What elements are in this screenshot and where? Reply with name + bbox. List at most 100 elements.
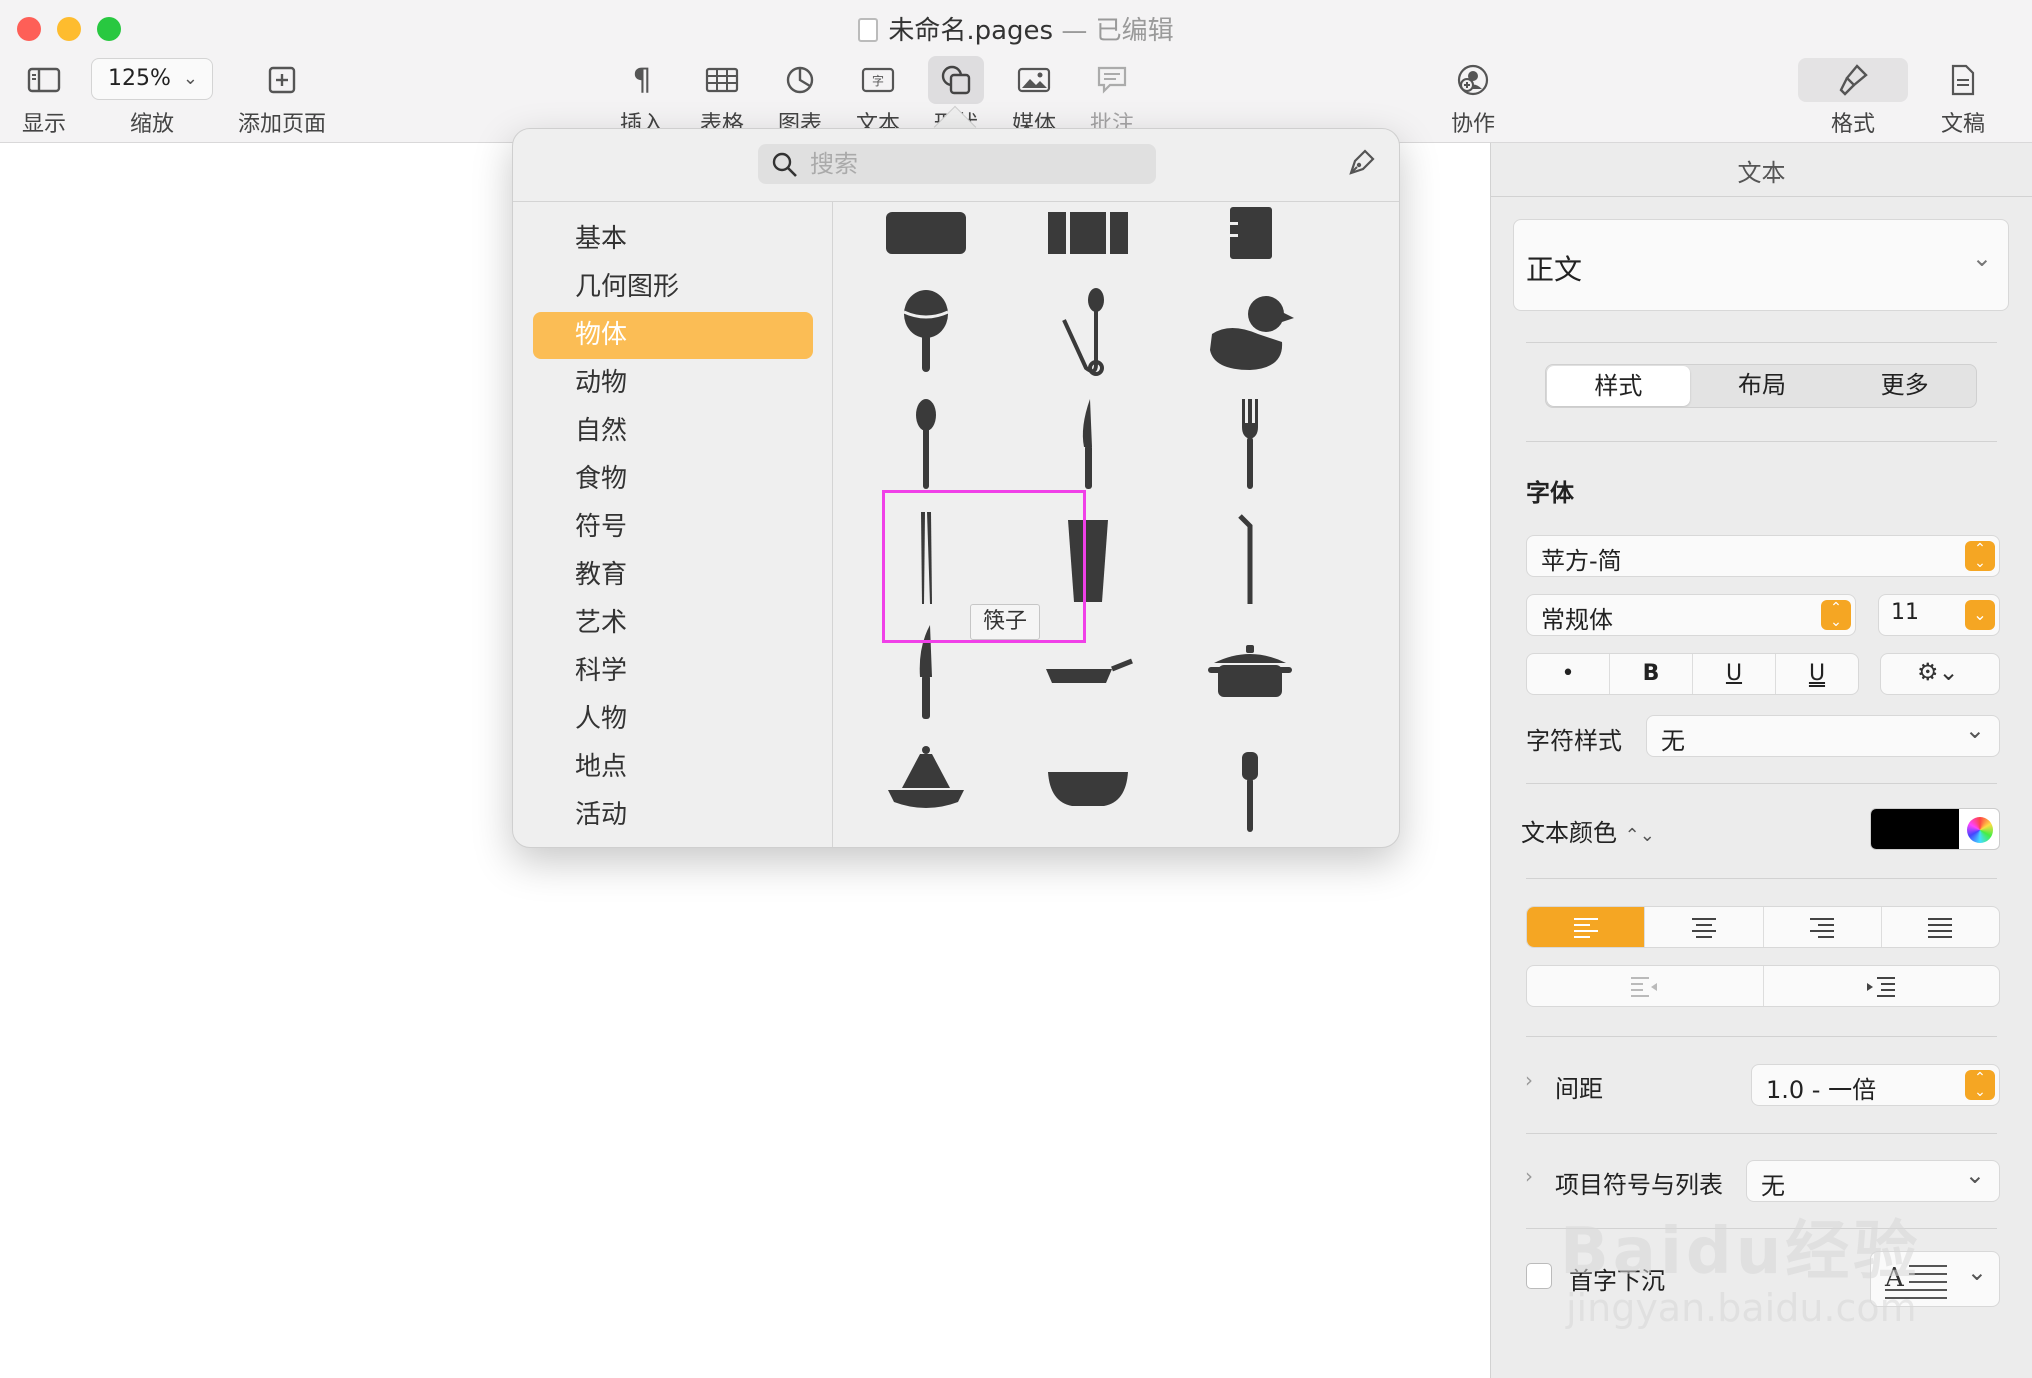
align-center-button[interactable] xyxy=(1644,907,1762,947)
baidu-watermark: Baidu经验 jingyan.baidu.com xyxy=(1560,1200,1980,1330)
chevron-down-icon: ⌄ xyxy=(1964,716,1985,744)
view-button[interactable]: 显示 xyxy=(14,60,74,138)
photo-icon xyxy=(1004,60,1064,100)
collaborate-label: 协作 xyxy=(1450,112,1495,137)
text-box-button[interactable]: 字 文本 xyxy=(848,60,908,138)
font-size-field[interactable]: 11 ⌄ xyxy=(1878,594,2000,636)
sidebar-icon xyxy=(14,60,74,100)
shape-bowl-icon[interactable] xyxy=(1008,732,1168,847)
category-objects[interactable]: 物体 xyxy=(533,312,813,359)
category-people[interactable]: 人物 xyxy=(533,696,813,743)
font-family-value: 苹方-简 xyxy=(1541,547,1622,575)
add-page-button[interactable]: 添加页面 xyxy=(232,60,332,138)
text-color-label[interactable]: 文本颜色 ⌃⌄ xyxy=(1521,813,1655,848)
zoom-select[interactable]: 125% ⌄ xyxy=(91,58,213,100)
spacing-select[interactable]: 1.0 - 一倍 ⌃ ⌄ xyxy=(1751,1064,2000,1106)
shape-dutch-oven-icon[interactable] xyxy=(1170,617,1330,732)
insert-button[interactable]: ¶ 插入 xyxy=(612,60,672,138)
shape-safety-pin-icon[interactable] xyxy=(1008,272,1168,387)
watermark-url: jingyan.baidu.com xyxy=(1566,1286,1917,1330)
font-style-select[interactable]: 常规体 ⌃ ⌄ xyxy=(1526,594,1856,636)
decrease-indent-button[interactable] xyxy=(1527,966,1763,1006)
bullets-select[interactable]: 无 ⌄ xyxy=(1746,1160,2000,1202)
document-label: 文稿 xyxy=(1940,112,1985,137)
tab-style[interactable]: 样式 xyxy=(1547,366,1690,406)
document-button[interactable]: 文稿 xyxy=(1930,60,1996,138)
search-icon xyxy=(772,152,797,177)
table-icon xyxy=(692,60,752,100)
shape-spoon-icon[interactable] xyxy=(846,387,1006,502)
bullets-value: 无 xyxy=(1761,1172,1785,1200)
text-color-well[interactable] xyxy=(1870,808,2000,850)
format-button[interactable]: 格式 xyxy=(1820,60,1886,138)
text-color-label-text: 文本颜色 xyxy=(1521,819,1617,847)
add-page-icon xyxy=(232,60,332,100)
pen-tool-icon[interactable] xyxy=(1345,147,1377,179)
comment-button[interactable]: 批注 xyxy=(1082,60,1142,138)
justify-icon xyxy=(1928,918,1953,938)
category-art[interactable]: 艺术 xyxy=(533,600,813,647)
char-style-label: 字符样式 xyxy=(1526,727,1622,755)
justify-button[interactable] xyxy=(1880,907,1999,947)
bullets-label: 项目符号与列表 xyxy=(1555,1171,1723,1199)
chevron-right-icon[interactable]: › xyxy=(1525,1068,1533,1092)
category-education[interactable]: 教育 xyxy=(533,552,813,599)
shape-maraca-icon[interactable] xyxy=(846,272,1006,387)
media-button[interactable]: 媒体 xyxy=(1004,60,1064,138)
spacing-value: 1.0 - 一倍 xyxy=(1766,1076,1877,1104)
collaborate-button[interactable]: 协作 xyxy=(1438,60,1508,138)
shape-rubber-duck-icon[interactable] xyxy=(1170,272,1330,387)
zoom-caption: 缩放 xyxy=(112,100,192,138)
view-label: 显示 xyxy=(21,112,66,137)
shape-straw-icon[interactable] xyxy=(1170,502,1330,617)
paragraph-style-value: 正文 xyxy=(1526,253,1583,286)
category-activities[interactable]: 活动 xyxy=(533,792,813,839)
document-icon xyxy=(1930,60,1996,100)
align-right-button[interactable] xyxy=(1762,907,1881,947)
add-page-label: 添加页面 xyxy=(237,112,326,137)
increase-indent-icon xyxy=(1867,977,1896,997)
table-button[interactable]: 表格 xyxy=(692,60,752,138)
increase-indent-button[interactable] xyxy=(1762,966,2000,1006)
bold-button[interactable]: B xyxy=(1609,654,1692,694)
shape-fork-icon[interactable] xyxy=(1170,387,1330,502)
shape-spatula-icon[interactable] xyxy=(1170,732,1330,847)
category-basic[interactable]: 基本 xyxy=(533,216,813,263)
category-animals[interactable]: 动物 xyxy=(533,360,813,407)
category-nature[interactable]: 自然 xyxy=(533,408,813,455)
category-symbols[interactable]: 符号 xyxy=(533,504,813,551)
align-left-button[interactable] xyxy=(1527,907,1645,947)
advanced-options-button[interactable]: ⚙⌄ xyxy=(1880,653,2000,695)
category-science[interactable]: 科学 xyxy=(533,648,813,695)
chevron-down-icon: ⌄ xyxy=(1964,1161,1985,1189)
tab-layout[interactable]: 布局 xyxy=(1691,365,1834,407)
shape-popover: 基本 几何图形 物体 动物 自然 食物 符号 教育 艺术 科学 人物 地点 活动 xyxy=(512,128,1400,848)
category-places[interactable]: 地点 xyxy=(533,744,813,791)
tab-more[interactable]: 更多 xyxy=(1833,365,1976,407)
edit-status: 已编辑 xyxy=(1095,16,1174,46)
pie-chart-icon xyxy=(770,60,830,100)
italic-underline-button[interactable]: U xyxy=(1692,654,1775,694)
font-family-select[interactable]: 苹方-简 ⌃ ⌄ xyxy=(1526,535,2000,577)
category-geometry[interactable]: 几何图形 xyxy=(533,264,813,311)
category-food[interactable]: 食物 xyxy=(533,456,813,503)
char-style-value: 无 xyxy=(1661,727,1685,755)
color-wheel-icon[interactable] xyxy=(1967,817,1993,843)
shape-tagine-icon[interactable] xyxy=(846,732,1006,847)
shape-search-field[interactable] xyxy=(758,144,1156,184)
chevron-right-icon[interactable]: › xyxy=(1525,1164,1533,1188)
paintbrush-icon xyxy=(1820,60,1886,100)
align-right-icon xyxy=(1810,918,1835,938)
window-title: 未命名.pages — 已编辑 xyxy=(0,10,2032,47)
drop-cap-checkbox[interactable] xyxy=(1526,1263,1552,1289)
search-input[interactable] xyxy=(808,148,1138,180)
underline-button[interactable]: U xyxy=(1775,654,1858,694)
char-style-select[interactable]: 无 ⌄ xyxy=(1646,715,2000,757)
chart-button[interactable]: 图表 xyxy=(770,60,830,138)
text-box-icon: 字 xyxy=(848,60,908,100)
shape-category-list: 基本 几何图形 物体 动物 自然 食物 符号 教育 艺术 科学 人物 地点 活动 xyxy=(513,202,833,847)
bullet-button[interactable]: • xyxy=(1527,654,1609,694)
shape-knife-icon[interactable] xyxy=(1008,387,1168,502)
paragraph-style-select[interactable]: 正文 ⌄ xyxy=(1513,219,2009,311)
pilcrow-icon: ¶ xyxy=(632,62,652,98)
